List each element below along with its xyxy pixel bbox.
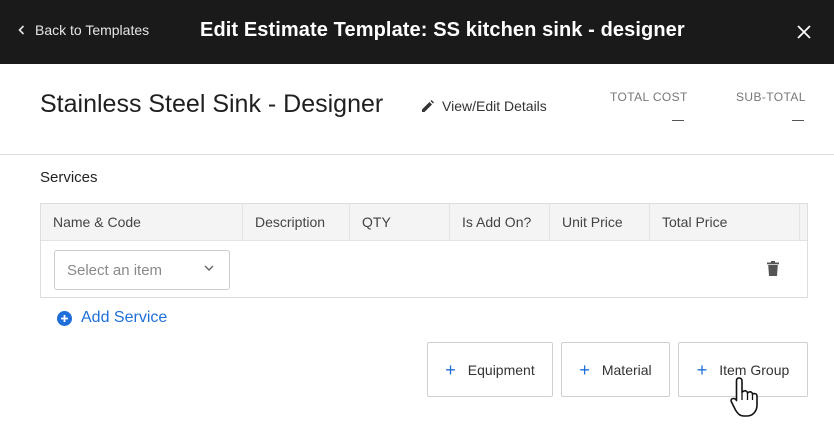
back-to-templates-link[interactable]: Back to Templates <box>18 22 149 38</box>
column-unit-price: Unit Price <box>550 204 650 241</box>
page-title: Stainless Steel Sink - Designer <box>40 90 384 118</box>
item-select[interactable]: Select an item <box>54 250 230 290</box>
services-heading: Services <box>40 169 98 186</box>
hand-pointer-cursor-icon <box>730 377 758 417</box>
add-service-button[interactable]: Add Service <box>57 309 167 327</box>
chevron-left-icon <box>18 25 25 35</box>
add-equipment-button[interactable]: + Equipment <box>427 342 553 397</box>
trash-icon[interactable] <box>767 261 779 276</box>
close-icon[interactable] <box>795 23 813 41</box>
total-cost-value <box>672 120 684 121</box>
plus-icon: + <box>579 359 590 380</box>
add-material-label: Material <box>601 361 652 378</box>
pencil-icon <box>422 99 434 112</box>
total-cost-label: TOTAL COST <box>610 90 688 104</box>
view-edit-details-button[interactable]: View/Edit Details <box>421 98 547 114</box>
sub-total-label: SUB-TOTAL <box>736 90 806 104</box>
add-service-label: Add Service <box>81 309 168 326</box>
window-title: Edit Estimate Template: SS kitchen sink … <box>200 19 685 41</box>
add-equipment-label: Equipment <box>467 361 535 378</box>
column-description: Description <box>243 204 350 241</box>
column-name-code: Name & Code <box>41 204 243 241</box>
plus-circle-icon <box>57 310 72 326</box>
column-total-price: Total Price <box>650 204 800 241</box>
item-select-placeholder: Select an item <box>67 262 163 279</box>
top-bar: Back to Templates Edit Estimate Template… <box>0 0 834 64</box>
table-header: Name & Code Description QTY Is Add On? U… <box>41 204 807 241</box>
services-table: Name & Code Description QTY Is Add On? U… <box>40 203 808 298</box>
column-is-add-on: Is Add On? <box>450 204 550 241</box>
view-edit-label: View/Edit Details <box>442 98 547 114</box>
plus-icon: + <box>445 359 456 380</box>
column-qty: QTY <box>350 204 450 241</box>
template-header: Stainless Steel Sink - Designer View/Edi… <box>0 64 834 155</box>
back-label: Back to Templates <box>35 22 150 38</box>
add-material-button[interactable]: + Material <box>561 342 670 397</box>
sub-total-value <box>792 120 804 121</box>
plus-icon: + <box>696 359 708 380</box>
chevron-down-icon <box>204 265 214 271</box>
